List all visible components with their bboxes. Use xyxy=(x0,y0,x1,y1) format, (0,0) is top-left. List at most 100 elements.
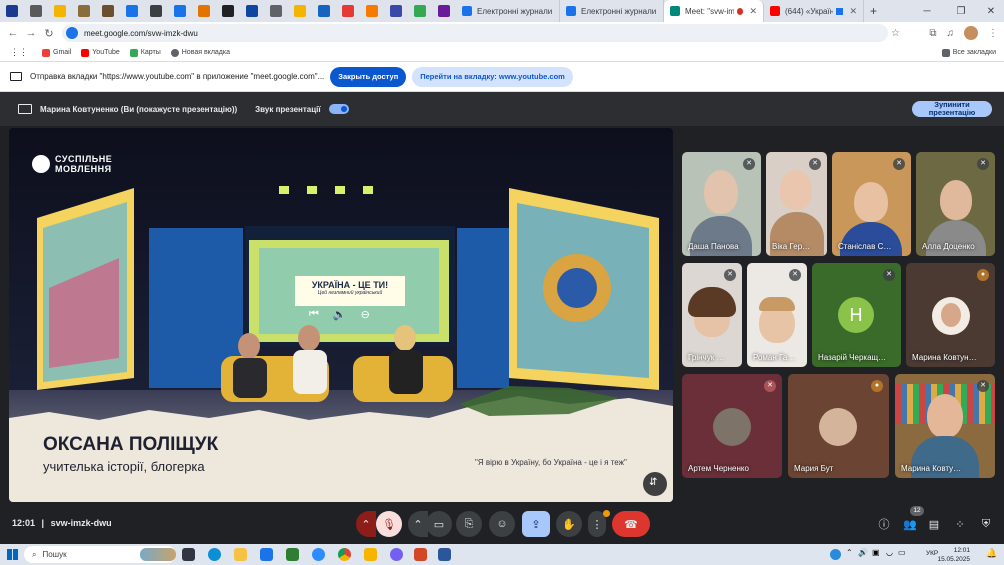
present-button[interactable]: ⇪ xyxy=(522,511,550,537)
pinned-tab-11[interactable] xyxy=(240,0,264,22)
close-icon[interactable]: ✕ xyxy=(743,6,757,17)
bookmark-new-tab[interactable]: Новая вкладка xyxy=(170,48,230,57)
minus-icon[interactable]: ⊖ xyxy=(361,308,370,321)
minimize-icon[interactable]: ─ xyxy=(912,0,942,22)
chat-icon[interactable]: ▤ xyxy=(926,516,942,532)
address-bar[interactable]: meet.google.com/svw-imzk-dwu ☆ xyxy=(62,24,900,42)
taskbar-search[interactable]: ⌕ Пошук xyxy=(24,546,176,563)
participant-tile[interactable]: ✕ Станіслав С… xyxy=(832,152,911,256)
bookmark-maps[interactable]: Карты xyxy=(129,48,161,57)
bookmark-gmail[interactable]: Gmail xyxy=(42,48,71,57)
participant-tile[interactable]: ● Марина Ковтун… xyxy=(906,263,995,367)
tab-ejournal-2[interactable]: Електронні журнали ✕ xyxy=(560,0,664,22)
star-icon[interactable]: ☆ xyxy=(891,28,900,39)
host-controls-icon[interactable]: ⛨ xyxy=(978,516,994,532)
restore-icon[interactable]: ❐ xyxy=(946,0,976,22)
task-view-icon[interactable] xyxy=(182,548,195,561)
copilot-icon[interactable] xyxy=(830,549,841,560)
avatar[interactable] xyxy=(964,26,978,40)
participant-tile[interactable]: ● Мария Бут xyxy=(788,374,889,478)
pinned-tab-15[interactable] xyxy=(336,0,360,22)
viber-icon[interactable] xyxy=(390,548,403,561)
pinned-tab-4[interactable] xyxy=(72,0,96,22)
participant-tile[interactable]: ✕ Грінчук … xyxy=(682,263,742,367)
edge-icon[interactable] xyxy=(208,548,221,561)
menu-icon[interactable]: ⋮ xyxy=(988,28,998,39)
calculator-icon[interactable] xyxy=(286,548,299,561)
info-icon[interactable]: ⓘ xyxy=(876,516,892,532)
windows-start-icon[interactable] xyxy=(7,549,18,560)
new-tab-button[interactable]: + xyxy=(864,0,886,22)
camera-toggle-button[interactable]: ▭ xyxy=(426,511,452,537)
chrome-icon[interactable] xyxy=(338,548,351,561)
activities-icon[interactable]: ⁘ xyxy=(952,516,968,532)
pinned-tab-10[interactable] xyxy=(216,0,240,22)
volume-icon[interactable]: 🔊 xyxy=(858,548,868,557)
bookmark-youtube[interactable]: YouTube xyxy=(81,48,120,57)
pinned-tab-7[interactable] xyxy=(144,0,168,22)
pinned-tab-2[interactable] xyxy=(24,0,48,22)
captions-button[interactable]: ⎘ xyxy=(456,511,482,537)
previous-icon[interactable]: ⏮ xyxy=(309,308,319,321)
extensions-icon[interactable]: ⧉ xyxy=(929,28,936,39)
raise-hand-button[interactable]: ✋ xyxy=(556,511,582,537)
mic-toggle-button[interactable]: 🎙 xyxy=(376,511,402,537)
switch-tab-button[interactable]: Перейти на вкладку: www.youtube.com xyxy=(412,66,573,87)
notes-icon[interactable] xyxy=(364,548,377,561)
back-icon[interactable]: ← xyxy=(4,27,22,39)
pinned-tab-12[interactable] xyxy=(264,0,288,22)
notifications-icon[interactable]: 🔔 xyxy=(986,548,997,559)
close-icon[interactable]: ✕ xyxy=(656,6,663,17)
reload-icon[interactable]: ↻ xyxy=(40,27,58,40)
pinned-tab-3[interactable] xyxy=(48,0,72,22)
network-icon[interactable]: ▣ xyxy=(872,548,880,557)
zoom-icon[interactable] xyxy=(312,548,325,561)
pinned-tab-6[interactable] xyxy=(120,0,144,22)
close-window-icon[interactable]: ✕ xyxy=(976,0,1004,22)
keyboard-language[interactable]: УКР xyxy=(926,550,938,557)
tab-meet[interactable]: Meet: "svw-imzk-dwu" ✕ xyxy=(664,0,764,22)
pinned-tab-18[interactable] xyxy=(408,0,432,22)
participant-tile[interactable]: ✕ Алла Доценко xyxy=(916,152,995,256)
expand-icon[interactable]: ⇵ xyxy=(649,477,657,488)
reactions-button[interactable]: ☺ xyxy=(489,511,515,537)
pinned-tab-16[interactable] xyxy=(360,0,384,22)
apps-icon[interactable]: ⋮⋮ xyxy=(10,47,28,58)
tab-ejournal-1[interactable]: Електронні журнали ✕ xyxy=(456,0,560,22)
pinned-tab-13[interactable] xyxy=(288,0,312,22)
pinned-tab-9[interactable] xyxy=(192,0,216,22)
participant-tile[interactable]: ✕ Віка Гер… xyxy=(766,152,827,256)
presentation-audio-toggle[interactable] xyxy=(328,104,349,114)
file-explorer-icon[interactable] xyxy=(234,548,247,561)
close-icon[interactable]: ✕ xyxy=(843,6,857,17)
powerpoint-icon[interactable] xyxy=(414,548,427,561)
tab-youtube[interactable]: (644) «Україна — ц… ✕ xyxy=(764,0,864,22)
pinned-tab-17[interactable] xyxy=(384,0,408,22)
participant-tile[interactable]: ✕ Даша Панова xyxy=(682,152,761,256)
store-icon[interactable] xyxy=(260,548,273,561)
wifi-icon[interactable]: ◡ xyxy=(886,548,893,557)
participant-tile[interactable]: ✕ Артем Черненко xyxy=(682,374,782,478)
pinned-tab-8[interactable] xyxy=(168,0,192,22)
pinned-tab-1[interactable] xyxy=(0,0,24,22)
all-bookmarks[interactable]: Все закладки xyxy=(941,48,996,57)
participant-tile[interactable]: ✕ Роман Га… xyxy=(747,263,807,367)
site-info-icon[interactable] xyxy=(66,27,78,39)
pinned-tab-14[interactable] xyxy=(312,0,336,22)
volume-icon[interactable]: 🔈 xyxy=(333,308,347,321)
taskbar-clock[interactable]: 12:01 15.05.2025 xyxy=(937,546,970,564)
close-icon[interactable]: ✕ xyxy=(552,6,559,17)
audio-options-button[interactable]: ⌃ xyxy=(356,511,376,537)
pinned-tab-19[interactable] xyxy=(432,0,456,22)
stop-sharing-button[interactable]: Закрыть доступ xyxy=(330,66,407,87)
participant-tile[interactable]: ✕ Марина Ковту… xyxy=(895,374,995,478)
word-icon[interactable] xyxy=(438,548,451,561)
pinned-tab-5[interactable] xyxy=(96,0,120,22)
leave-call-button[interactable]: ☎ xyxy=(612,511,650,537)
participant-tile[interactable]: H ✕ Назарій Черкащ… xyxy=(812,263,901,367)
battery-icon[interactable]: ▭ xyxy=(898,548,906,557)
stop-presenting-button[interactable]: Зупинити презентацію xyxy=(912,101,992,117)
video-options-button[interactable]: ⌃ xyxy=(408,511,428,537)
people-icon[interactable]: 👥 xyxy=(902,516,918,532)
media-icon[interactable]: ♫ xyxy=(947,28,955,39)
